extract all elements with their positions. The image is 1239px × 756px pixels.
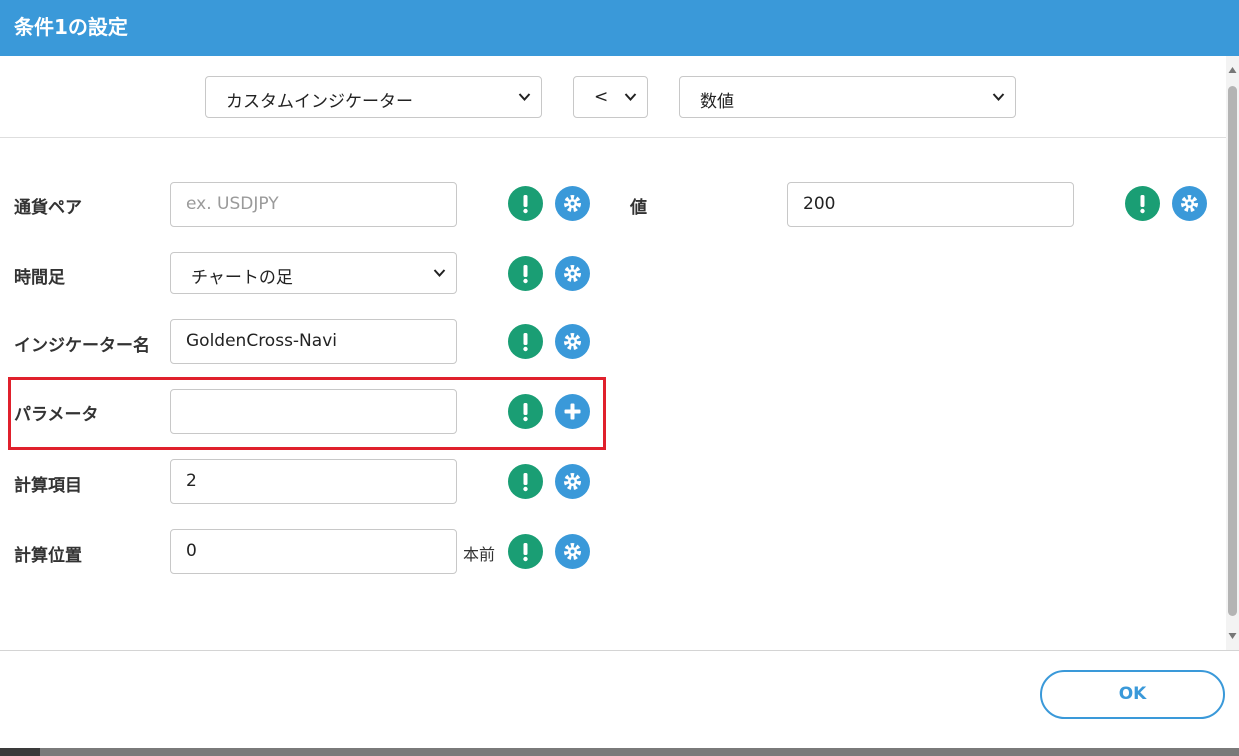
gear-icon (564, 543, 581, 560)
currency-pair-input[interactable]: ex. USDJPY (170, 182, 457, 227)
value-label: 値 (630, 198, 647, 218)
info-button[interactable] (1125, 186, 1160, 221)
plus-icon (564, 403, 581, 420)
parameters-label: パラメータ (14, 405, 99, 425)
dialog-title-bar: 条件1の設定 (0, 0, 1239, 56)
value-input[interactable]: 200 (787, 182, 1074, 227)
currency-pair-label: 通貨ペア (14, 198, 82, 218)
settings-button[interactable] (555, 464, 590, 499)
info-button[interactable] (508, 186, 543, 221)
indicator-name-value: GoldenCross-Navi (186, 331, 337, 351)
info-button[interactable] (508, 534, 543, 569)
exclamation-icon (523, 265, 528, 284)
timeframe-value: チャートの足 (191, 268, 293, 288)
gear-icon (1181, 195, 1198, 212)
settings-button[interactable] (555, 324, 590, 359)
exclamation-icon (523, 403, 528, 422)
background-strip (0, 748, 1239, 756)
indicator-name-input[interactable]: GoldenCross-Navi (170, 319, 457, 364)
timeframe-select[interactable]: チャートの足 (170, 252, 457, 294)
background-strip-dark (0, 748, 40, 756)
info-button[interactable] (508, 324, 543, 359)
gear-icon (564, 195, 581, 212)
divider (0, 137, 1226, 138)
exclamation-icon (523, 333, 528, 352)
settings-button[interactable] (555, 186, 590, 221)
chevron-down-icon (518, 93, 531, 101)
calc-item-label: 計算項目 (14, 476, 82, 496)
footer-divider (0, 650, 1239, 651)
ok-button[interactable]: OK (1040, 670, 1225, 719)
gear-icon (564, 333, 581, 350)
exclamation-icon (1140, 195, 1145, 214)
calc-position-value: 0 (186, 541, 197, 561)
value-value: 200 (803, 194, 836, 214)
calc-position-input[interactable]: 0 (170, 529, 457, 574)
compare-type-select[interactable]: 数値 (679, 76, 1016, 118)
settings-button[interactable] (555, 256, 590, 291)
info-button[interactable] (508, 464, 543, 499)
indicator-type-select[interactable]: カスタムインジケーター (205, 76, 542, 118)
indicator-type-value: カスタムインジケーター (226, 92, 413, 112)
info-button[interactable] (508, 394, 543, 429)
scroll-down-arrow-icon[interactable] (1228, 632, 1237, 640)
gear-icon (564, 265, 581, 282)
settings-button[interactable] (1172, 186, 1207, 221)
scrollbar-thumb[interactable] (1228, 86, 1237, 616)
parameters-input[interactable] (170, 389, 457, 434)
exclamation-icon (523, 473, 528, 492)
exclamation-icon (523, 195, 528, 214)
compare-type-value: 数値 (700, 92, 734, 112)
operator-select[interactable]: < (573, 76, 648, 118)
gear-icon (564, 473, 581, 490)
timeframe-label: 時間足 (14, 268, 65, 288)
currency-pair-placeholder: ex. USDJPY (186, 194, 279, 214)
calc-position-unit: 本前 (463, 545, 496, 564)
settings-button[interactable] (555, 534, 590, 569)
chevron-down-icon (992, 93, 1005, 101)
calc-item-value: 2 (186, 471, 197, 491)
operator-value: < (594, 87, 609, 107)
chevron-down-icon (624, 93, 637, 101)
dialog-title: 条件1の設定 (14, 15, 128, 39)
calc-item-input[interactable]: 2 (170, 459, 457, 504)
info-button[interactable] (508, 256, 543, 291)
chevron-down-icon (433, 269, 446, 277)
scroll-up-arrow-icon[interactable] (1228, 66, 1237, 74)
exclamation-icon (523, 543, 528, 562)
add-parameter-button[interactable] (555, 394, 590, 429)
indicator-name-label: インジケーター名 (14, 336, 150, 356)
calc-position-label: 計算位置 (14, 546, 82, 566)
scrollbar[interactable] (1226, 56, 1239, 650)
